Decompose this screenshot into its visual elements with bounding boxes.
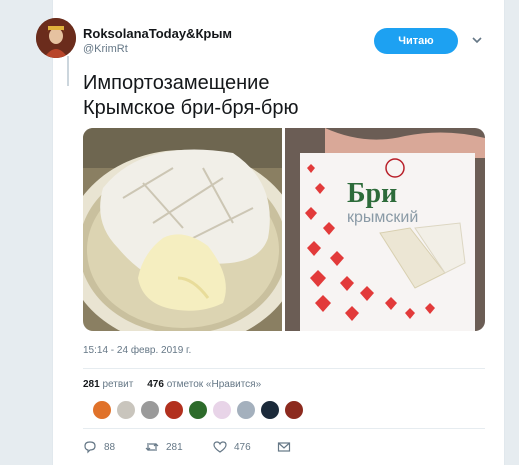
- chevron-down-icon[interactable]: [470, 33, 484, 47]
- liker-avatar[interactable]: [284, 400, 304, 420]
- liker-avatar[interactable]: [92, 400, 112, 420]
- tweet-text: Импортозамещение Крымское бри-бря-брю: [83, 71, 299, 121]
- package-brand: Бри: [347, 178, 397, 209]
- liker-avatar[interactable]: [188, 400, 208, 420]
- tweet-line-2: Крымское бри-бря-брю: [83, 97, 299, 119]
- retweet-icon: [145, 443, 159, 451]
- left-backdrop: [0, 0, 52, 465]
- display-name[interactable]: RoksolanaToday&Крым: [83, 26, 232, 41]
- photo-cheese-plate[interactable]: [83, 128, 301, 331]
- thread-line: [67, 56, 69, 86]
- heart-icon: [213, 441, 227, 453]
- liker-avatar[interactable]: [116, 400, 136, 420]
- package-subtitle: крымский: [347, 209, 418, 226]
- reply-count: 88: [104, 441, 116, 453]
- user-handle[interactable]: @KrimRt: [83, 43, 128, 55]
- likes-label[interactable]: отметок «Нравится»: [167, 379, 261, 390]
- liker-avatar[interactable]: [164, 400, 184, 420]
- avatar[interactable]: [36, 18, 76, 58]
- divider: [83, 368, 485, 369]
- liker-avatar[interactable]: [140, 400, 160, 420]
- media-grid: Бри крымский: [83, 128, 485, 331]
- tweet-timestamp[interactable]: 15:14 - 24 февр. 2019 г.: [83, 345, 191, 356]
- retweets-count[interactable]: 281: [83, 379, 100, 390]
- following-button[interactable]: Читаю: [374, 28, 458, 54]
- retweet-button[interactable]: 281: [145, 437, 183, 457]
- tweet-actions: 88 281 476: [83, 437, 383, 459]
- like-button[interactable]: 476: [213, 437, 251, 457]
- liker-avatar[interactable]: [260, 400, 280, 420]
- likes-count[interactable]: 476: [147, 379, 164, 390]
- liker-avatar[interactable]: [212, 400, 232, 420]
- tweet-line-1: Импортозамещение: [83, 72, 270, 94]
- like-count: 476: [234, 441, 251, 453]
- liker-avatar[interactable]: [236, 400, 256, 420]
- envelope-icon: [277, 442, 291, 452]
- divider: [83, 428, 485, 429]
- engagement-stats: 281 ретвит 476 отметок «Нравится»: [83, 379, 261, 390]
- retweet-count: 281: [166, 441, 183, 453]
- right-backdrop: [505, 0, 519, 465]
- retweets-label[interactable]: ретвит: [102, 379, 133, 390]
- direct-message-button[interactable]: [277, 437, 298, 457]
- photo-cheese-package[interactable]: Бри крымский: [285, 128, 485, 331]
- reply-button[interactable]: 88: [83, 437, 115, 457]
- reply-icon: [84, 441, 96, 454]
